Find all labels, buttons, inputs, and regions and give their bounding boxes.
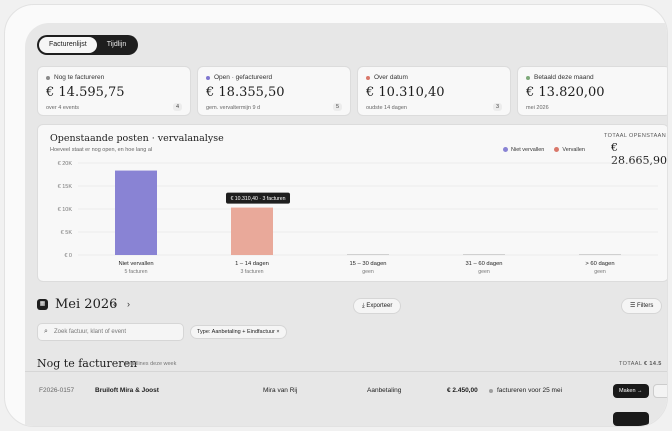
section-title: Nog te factureren <box>37 357 138 370</box>
kpi-betaald-deze-maand[interactable]: Betaald deze maand € 13.820,00 mei 2026 <box>517 66 667 116</box>
prev-month-button[interactable]: ‹ <box>113 299 116 309</box>
export-button[interactable]: ⤓ Exporteer <box>353 298 402 314</box>
section-total: TOTAAL € 14.5 <box>619 361 662 367</box>
kpi-sub: oudste 14 dagen <box>366 105 407 111</box>
kpi-count-badge: 3 <box>492 103 502 111</box>
view-toggle: Facturenlijst Tijdlijn <box>37 35 139 55</box>
bar-4 <box>579 254 621 255</box>
x-tick-sublabel: 5 facturen <box>124 269 147 275</box>
section-subtitle: deadlines deze week <box>125 361 177 367</box>
month-title: Mei 2026 <box>55 297 118 312</box>
bar-1 <box>231 207 273 255</box>
y-tick-label: € 10K <box>58 207 73 213</box>
filter-icon: ☰ <box>630 303 638 309</box>
x-tick-label: 31 – 60 dagen <box>465 261 502 267</box>
y-tick-label: € 15K <box>58 184 73 190</box>
kpi-over-datum[interactable]: Over datum € 10.310,40 oudste 14 dagen 3 <box>357 66 511 116</box>
app-screen: Facturenlijst Tijdlijn Nog te factureren… <box>25 23 667 426</box>
make-invoice-button[interactable]: Maken → <box>613 384 649 398</box>
make-invoice-button[interactable] <box>613 412 649 426</box>
device-frame: Facturenlijst Tijdlijn Nog te factureren… <box>4 4 668 427</box>
kpi-sub: gem. vervaltermijn 9 d <box>206 105 261 111</box>
period-bar: ▦ Mei 2026 ‹ › ⤓ Exporteer ☰ Filters <box>37 297 667 317</box>
bar-2 <box>347 254 389 255</box>
y-tick-label: € 0 <box>64 253 72 259</box>
x-tick-label: > 60 dagen <box>585 261 614 267</box>
x-tick-sublabel: geen <box>594 269 606 275</box>
tooltip-text: € 10.310,40 · 3 facturen <box>230 196 285 202</box>
invoice-type: Aanbetaling <box>367 387 402 394</box>
x-tick-label: 1 – 14 dagen <box>235 261 269 267</box>
x-tick-label: 15 – 30 dagen <box>349 261 386 267</box>
search-placeholder: Zoek factuur, klant of event <box>54 329 127 335</box>
kpi-value: € 18.355,50 <box>206 85 285 100</box>
x-tick-sublabel: 3 facturen <box>240 269 263 275</box>
row-more-button[interactable] <box>653 384 667 398</box>
kpi-count-badge: 4 <box>172 103 182 111</box>
event-name: Bruiloft Mira & Joost <box>95 387 159 394</box>
search-icon: ⌕ <box>44 328 48 335</box>
x-tick-sublabel: geen <box>362 269 374 275</box>
table-row[interactable]: F2026-0157 Bruiloft Mira & Joost Mira va… <box>25 379 667 403</box>
client-name: Mira van Rij <box>263 387 298 394</box>
divider <box>25 371 667 372</box>
bar-0 <box>115 170 157 255</box>
y-tick-label: € 20K <box>58 161 73 167</box>
status-dot <box>366 75 370 80</box>
kpi-label: Open · gefactureerd <box>214 74 273 81</box>
search-input[interactable]: ⌕ Zoek factuur, klant of event <box>37 323 184 341</box>
kpi-value: € 13.820,00 <box>526 85 605 100</box>
invoice-status: factureren voor 25 mei <box>489 387 562 394</box>
bar-3 <box>463 254 505 255</box>
y-tick-label: € 5K <box>61 230 73 236</box>
x-tick-sublabel: geen <box>478 269 490 275</box>
invoice-amount: € 2.450,00 <box>447 387 478 394</box>
table-row[interactable] <box>25 407 667 426</box>
aging-bar-chart: € 0 € 5K € 10K € 15K € 20K Niet vervallen 5 fa… <box>58 161 658 275</box>
kpi-label: Nog te factureren <box>54 74 105 81</box>
kpi-count-badge: 5 <box>332 103 342 111</box>
kpi-value: € 10.310,40 <box>366 85 445 100</box>
kpi-sub: mei 2026 <box>526 105 549 111</box>
next-month-button[interactable]: › <box>127 299 130 309</box>
kpi-sub: over 4 events <box>46 105 80 111</box>
filters-button[interactable]: ☰ Filters <box>621 298 663 314</box>
x-tick-label: Niet vervallen <box>118 261 153 267</box>
status-dot <box>46 75 50 80</box>
kpi-value: € 14.595,75 <box>46 85 125 100</box>
status-dot <box>489 388 493 393</box>
status-dot <box>206 75 210 80</box>
status-dot <box>526 75 530 80</box>
aging-chart-card: Openstaande posten · vervalanalyse Hoeve… <box>37 124 667 282</box>
kpi-label: Betaald deze maand <box>534 74 594 81</box>
kpi-nog-te-factureren[interactable]: Nog te factureren € 14.595,75 over 4 eve… <box>37 66 191 116</box>
calendar-icon[interactable]: ▦ <box>37 299 48 310</box>
kpi-label: Over datum <box>374 74 408 81</box>
invoice-id: F2026-0157 <box>39 387 75 394</box>
kpi-open-gefactureerd[interactable]: Open · gefactureerd € 18.355,50 gem. ver… <box>197 66 351 116</box>
type-filter-chip[interactable]: Type: Aanbetaling + Eindfactuur × <box>190 325 287 339</box>
tab-facturenlijst[interactable]: Facturenlijst <box>39 37 97 53</box>
tab-tijdlijn[interactable]: Tijdlijn <box>97 37 137 53</box>
